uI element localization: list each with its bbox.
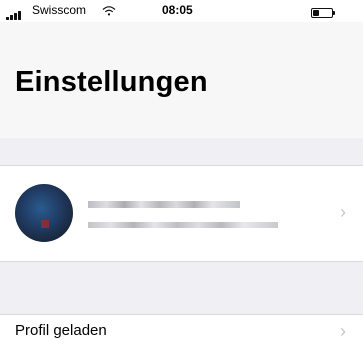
battery-level-fill bbox=[313, 10, 319, 16]
profile-name-blurred bbox=[88, 201, 240, 208]
section-spacer bbox=[0, 138, 363, 165]
page-title: Einstellungen bbox=[15, 66, 208, 98]
section-spacer-2 bbox=[0, 262, 363, 314]
settings-screen: Swisscom 08:05 Einstellungen › Profil ge… bbox=[0, 0, 363, 352]
profile-avatar-icon bbox=[15, 184, 73, 242]
battery-icon bbox=[311, 8, 335, 18]
wifi-icon bbox=[102, 6, 116, 16]
profile-subtitle-blurred bbox=[88, 222, 278, 228]
chevron-right-icon: › bbox=[340, 202, 346, 222]
status-time: 08:05 bbox=[162, 3, 193, 17]
profile-row[interactable]: › bbox=[0, 165, 363, 262]
chevron-right-icon: › bbox=[340, 321, 346, 341]
profile-loaded-label: Profil geladen bbox=[15, 322, 107, 339]
signal-strength-icon bbox=[6, 10, 28, 20]
status-bar: Swisscom 08:05 bbox=[0, 0, 363, 22]
carrier-name: Swisscom bbox=[32, 3, 87, 17]
profile-loaded-row[interactable]: Profil geladen › bbox=[0, 314, 363, 352]
